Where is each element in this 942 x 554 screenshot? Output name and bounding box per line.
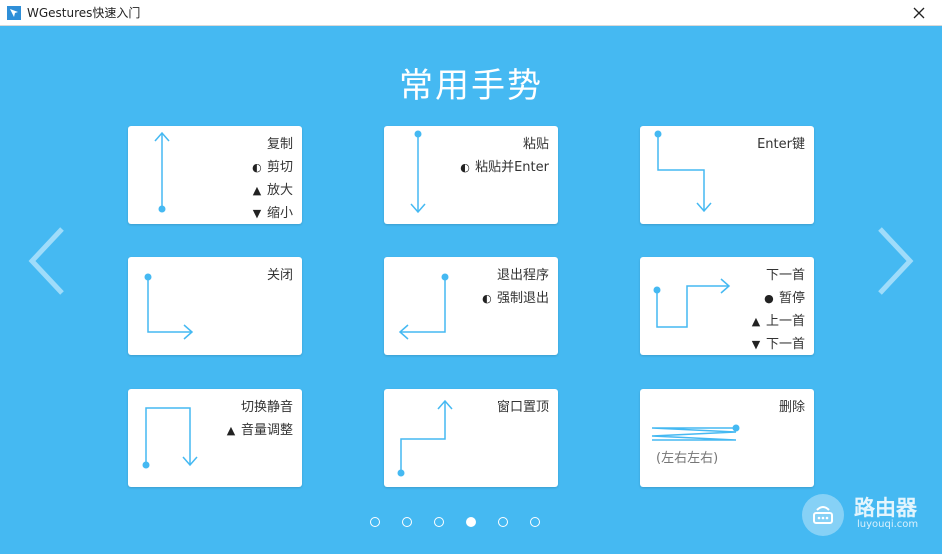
card-label: ▲ 音量调整 <box>223 419 293 442</box>
card-label: Enter键 <box>757 137 805 152</box>
watermark-url: luyouqi.com <box>857 519 919 530</box>
gesture-card-quit[interactable]: 退出程序 ◐ 强制退出 <box>384 257 558 355</box>
card-label: ▲ 放大 <box>249 179 293 202</box>
previous-page-arrow-icon[interactable] <box>26 225 70 297</box>
card-label: ▼ 缩小 <box>249 202 293 225</box>
triangle-down-icon: ▼ <box>751 338 761 351</box>
triangle-down-icon: ▼ <box>252 207 262 220</box>
card-label: ◐ 粘贴并Enter <box>457 156 549 179</box>
card-label: ◐ 剪切 <box>249 156 293 179</box>
card-label: 退出程序 <box>496 268 549 283</box>
app-logo-icon <box>7 6 21 20</box>
page-dot-3[interactable] <box>434 517 444 527</box>
gesture-card-copy[interactable]: 复制 ◐ 剪切 ▲ 放大 ▼ 缩小 <box>128 126 302 224</box>
router-logo-icon <box>802 494 844 536</box>
gesture-card-topmost[interactable]: 窗口置顶 <box>384 389 558 487</box>
quickstart-window: WGestures快速入门 常用手势 复制 ◐ 剪切 ▲ 放大 ▼ 缩小 粘贴 … <box>0 0 942 554</box>
card-label: 下一首 <box>765 268 805 283</box>
gesture-card-paste[interactable]: 粘贴 ◐ 粘贴并Enter <box>384 126 558 224</box>
filled-circle-icon: ● <box>764 292 774 305</box>
half-circle-icon: ◐ <box>482 292 492 305</box>
card-label: 窗口置顶 <box>496 400 549 415</box>
card-label: ▲ 上一首 <box>748 310 805 333</box>
card-label: 关闭 <box>266 268 293 283</box>
page-dot-4[interactable] <box>466 517 476 527</box>
page-indicator <box>370 517 562 531</box>
gesture-caption: (左右左右) <box>656 451 719 466</box>
window-title: WGestures快速入门 <box>27 6 141 20</box>
card-label: 删除 <box>778 400 805 415</box>
gesture-card-close[interactable]: 关闭 <box>128 257 302 355</box>
close-icon <box>913 7 925 19</box>
page-dot-2[interactable] <box>402 517 412 527</box>
page-dot-1[interactable] <box>370 517 380 527</box>
gesture-card-mute[interactable]: 切换静音 ▲ 音量调整 <box>128 389 302 487</box>
triangle-up-icon: ▲ <box>252 184 262 197</box>
title-bar: WGestures快速入门 <box>0 0 942 26</box>
close-button[interactable] <box>896 0 942 26</box>
card-label: ▼ 下一首 <box>748 333 805 356</box>
half-circle-icon: ◐ <box>252 161 262 174</box>
gesture-card-enter[interactable]: Enter键 <box>640 126 814 224</box>
card-label: 复制 <box>266 137 293 152</box>
next-page-arrow-icon[interactable] <box>872 225 916 297</box>
page-dot-5[interactable] <box>498 517 508 527</box>
page-title: 常用手势 <box>399 66 543 106</box>
gesture-card-delete[interactable]: 删除 (左右左右) <box>640 389 814 487</box>
watermark: 路由器 luyouqi.com <box>802 494 932 538</box>
watermark-title: 路由器 <box>854 496 917 520</box>
card-label: 粘贴 <box>522 137 549 152</box>
card-label: ◐ 强制退出 <box>479 287 549 310</box>
triangle-up-icon: ▲ <box>226 424 236 437</box>
card-label: 切换静音 <box>240 400 293 415</box>
card-label: ● 暂停 <box>748 287 805 310</box>
gesture-card-next-track[interactable]: 下一首 ● 暂停 ▲ 上一首 ▼ 下一首 <box>640 257 814 355</box>
page-dot-6[interactable] <box>530 517 540 527</box>
triangle-up-icon: ▲ <box>751 315 761 328</box>
half-circle-icon: ◐ <box>460 161 470 174</box>
